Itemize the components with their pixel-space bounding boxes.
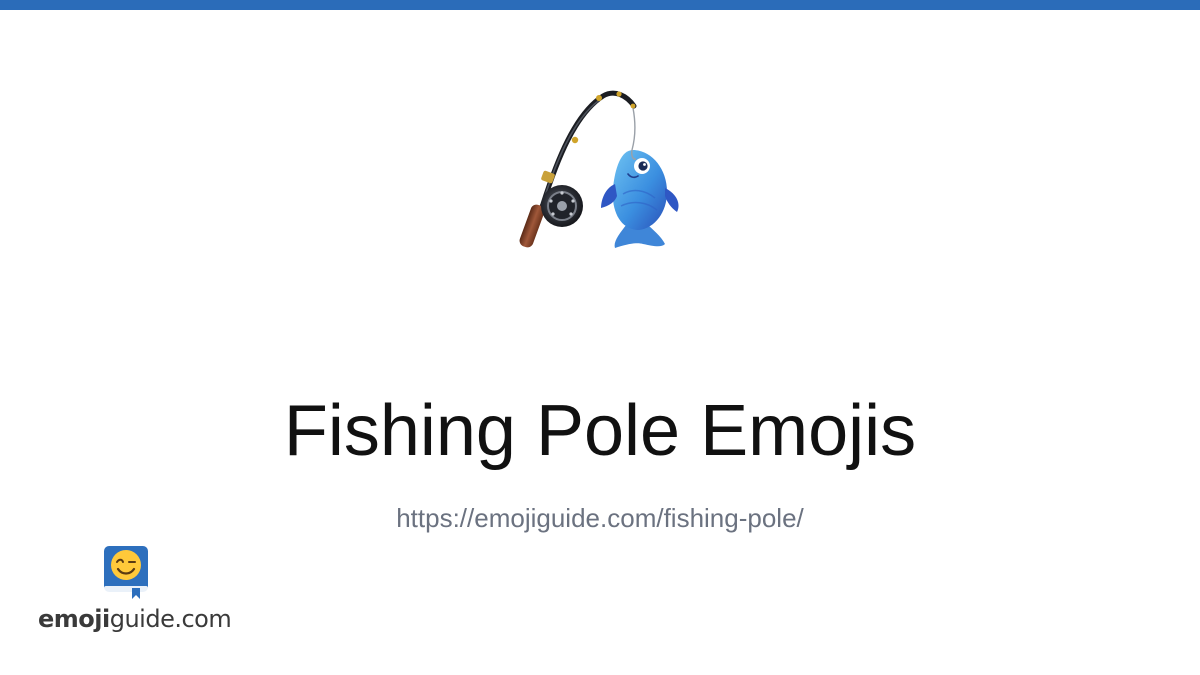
logo-text-light: guide.com <box>109 605 232 633</box>
page-url[interactable]: https://emojiguide.com/fishing-pole/ <box>0 501 1200 535</box>
page-title: Fishing Pole Emojis <box>283 391 917 471</box>
top-accent-bar <box>0 0 1200 10</box>
logo-wordmark: emojiguide.com <box>38 604 232 634</box>
site-logo[interactable]: emojiguide.com <box>38 542 232 638</box>
winking-face-book-icon <box>104 546 148 599</box>
share-card: Fishing Pole Emojis https://emojiguide.c… <box>0 0 1200 675</box>
logo-text-bold: emoji <box>38 605 110 633</box>
fishing-pole-icon <box>519 90 679 248</box>
